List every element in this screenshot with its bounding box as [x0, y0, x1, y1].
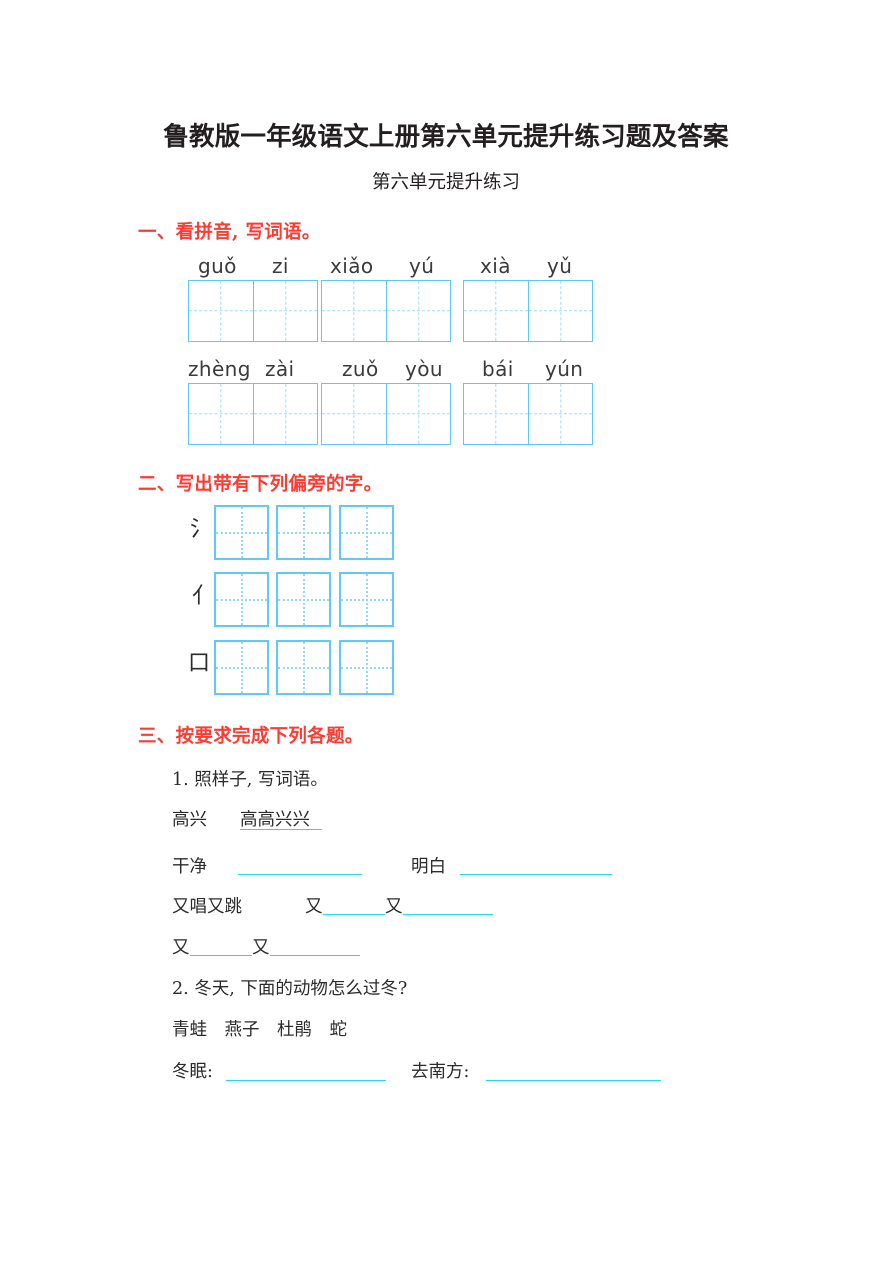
answer-label-hibernate: 冬眠: — [172, 1062, 213, 1082]
answer-blank-mingbai[interactable] — [460, 874, 612, 875]
radical-writing-box[interactable] — [276, 572, 331, 627]
pinyin-yun: yún — [545, 357, 584, 381]
radical-writing-box[interactable] — [276, 640, 331, 695]
radical-writing-box[interactable] — [214, 505, 269, 560]
answer-blank-ganjing[interactable] — [238, 874, 362, 875]
pinyin-zuo: zuǒ — [342, 357, 379, 381]
example-answer-underline — [240, 829, 322, 830]
pinyin-you: yòu — [405, 357, 443, 381]
radical-label-person: 亻 — [192, 584, 215, 609]
writing-grid-cell[interactable] — [322, 384, 386, 444]
writing-grid-pair-5[interactable] — [321, 383, 451, 445]
writing-grid-cell[interactable] — [386, 384, 450, 444]
pinyin-bai: bái — [482, 357, 514, 381]
pinyin-xiao: xiǎo — [330, 254, 374, 278]
page-title: 鲁教版一年级语文上册第六单元提升练习题及答案 — [163, 122, 729, 152]
radical-writing-box[interactable] — [339, 640, 394, 695]
writing-grid-cell[interactable] — [322, 281, 386, 341]
writing-grid-cell[interactable] — [464, 281, 528, 341]
pattern-example: 又唱又跳 — [172, 897, 242, 917]
writing-grid-cell[interactable] — [253, 281, 317, 341]
example-answer: 高高兴兴 — [240, 810, 310, 830]
radical-writing-box[interactable] — [339, 505, 394, 560]
pinyin-yu-fish: yú — [409, 254, 435, 278]
writing-grid-pair-1[interactable] — [188, 280, 318, 342]
writing-grid-cell[interactable] — [253, 384, 317, 444]
writing-grid-cell[interactable] — [528, 384, 592, 444]
answer-blank-pattern-1[interactable] — [323, 914, 385, 915]
pinyin-guo: guǒ — [198, 254, 237, 278]
writing-grid-pair-4[interactable] — [188, 383, 318, 445]
pattern-row2-prefix-1: 又 — [172, 938, 190, 958]
example-word: 高兴 — [172, 810, 207, 830]
question-3-1-label: 1. 照样子, 写词语。 — [172, 770, 328, 790]
answer-label-migrate: 去南方: — [411, 1062, 470, 1082]
radical-writing-box[interactable] — [276, 505, 331, 560]
answer-blank-hibernate[interactable] — [226, 1080, 386, 1081]
section-1-heading: 一、看拼音, 写词语。 — [138, 222, 321, 243]
pattern-row2-prefix-2: 又 — [252, 938, 270, 958]
radical-writing-box[interactable] — [214, 640, 269, 695]
section-3-heading: 三、按要求完成下列各题。 — [138, 726, 364, 747]
prompt-word-ganjing: 干净 — [172, 857, 207, 877]
pinyin-xia: xià — [480, 254, 511, 278]
pinyin-zai: zài — [265, 357, 295, 381]
radical-writing-box[interactable] — [214, 572, 269, 627]
answer-blank-migrate[interactable] — [486, 1080, 661, 1081]
writing-grid-pair-3[interactable] — [463, 280, 593, 342]
pattern-blank-prefix-2: 又 — [385, 897, 403, 917]
question-3-2-label: 2. 冬天, 下面的动物怎么过冬? — [172, 979, 408, 999]
radical-label-mouth: 口 — [188, 651, 211, 676]
radical-label-water: 氵 — [190, 517, 213, 542]
writing-grid-pair-2[interactable] — [321, 280, 451, 342]
writing-grid-cell[interactable] — [464, 384, 528, 444]
writing-grid-pair-6[interactable] — [463, 383, 593, 445]
pinyin-zheng: zhèng — [188, 357, 251, 381]
worksheet-page: 鲁教版一年级语文上册第六单元提升练习题及答案 第六单元提升练习 一、看拼音, 写… — [0, 0, 892, 1262]
radical-writing-box[interactable] — [339, 572, 394, 627]
animal-word-list: 青蛙 燕子 杜鹃 蛇 — [172, 1020, 347, 1040]
writing-grid-cell[interactable] — [189, 384, 253, 444]
section-2-heading: 二、写出带有下列偏旁的字。 — [138, 474, 383, 495]
prompt-word-mingbai: 明白 — [411, 857, 446, 877]
writing-grid-cell[interactable] — [528, 281, 592, 341]
writing-grid-cell[interactable] — [386, 281, 450, 341]
page-subtitle: 第六单元提升练习 — [371, 172, 520, 193]
answer-blank-pattern-3[interactable] — [190, 955, 252, 956]
pattern-blank-prefix-1: 又 — [305, 897, 323, 917]
pinyin-yu-rain: yǔ — [547, 254, 573, 278]
answer-blank-pattern-4[interactable] — [270, 955, 360, 956]
answer-blank-pattern-2[interactable] — [403, 914, 493, 915]
pinyin-zi: zi — [272, 254, 289, 278]
writing-grid-cell[interactable] — [189, 281, 253, 341]
